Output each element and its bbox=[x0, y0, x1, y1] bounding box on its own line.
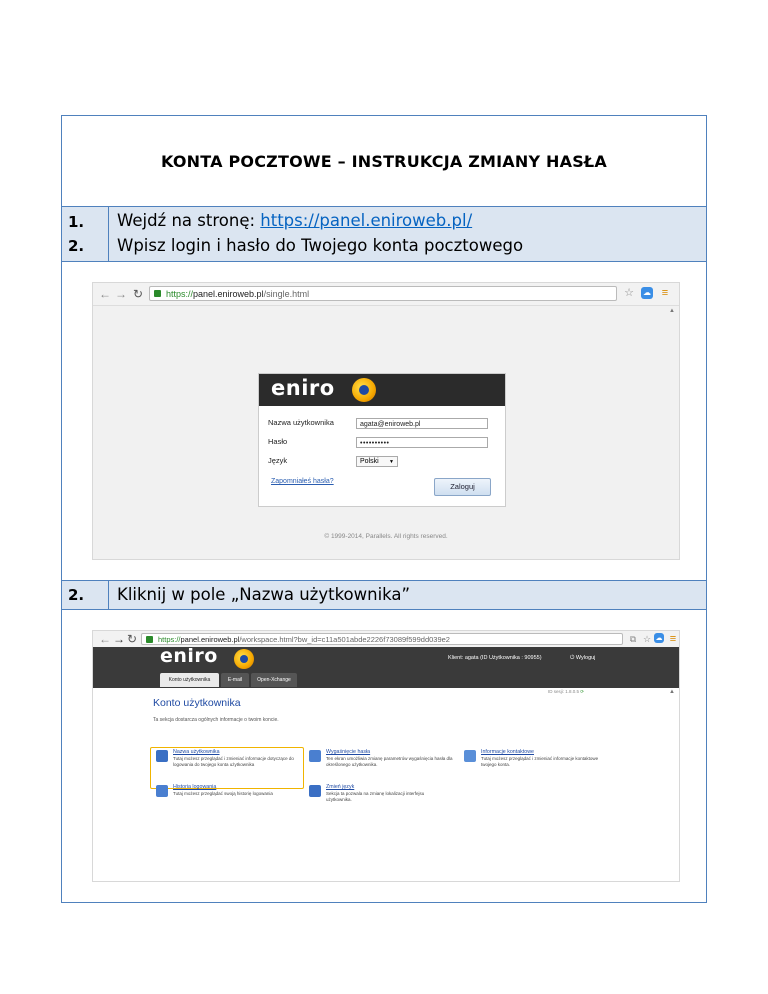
login-button[interactable]: Zaloguj bbox=[434, 478, 491, 496]
logout-link[interactable]: ⏻ Wyloguj bbox=[570, 655, 595, 662]
language-value: Polski bbox=[360, 458, 379, 465]
login-screenshot: ← → ↻ https://panel.eniroweb.pl/single.h… bbox=[92, 282, 680, 560]
star-icon[interactable]: ☆ bbox=[623, 287, 635, 299]
forward-icon-2[interactable]: → bbox=[113, 632, 125, 646]
password-input[interactable]: •••••••••• bbox=[356, 437, 488, 448]
language-label: Język bbox=[268, 456, 288, 465]
feature-contact-link[interactable]: Informacje kontaktowe bbox=[481, 749, 534, 755]
scroll-up-icon[interactable]: ▲ bbox=[669, 308, 675, 314]
client-info: Klient: agata (ID Użytkownika : 90955) bbox=[448, 655, 542, 661]
eniro-logo-icon-2 bbox=[234, 649, 254, 669]
step-number-col: 2. bbox=[62, 581, 109, 609]
title-row: KONTA POCZTOWE – INSTRUKCJA ZMIANY HASŁA bbox=[62, 116, 706, 206]
instruction-document: KONTA POCZTOWE – INSTRUKCJA ZMIANY HASŁA… bbox=[61, 115, 707, 903]
eniro-logo-icon bbox=[352, 378, 376, 402]
language-select[interactable]: Polski ▼ bbox=[356, 456, 398, 467]
app-topbar: eniro Klient: agata (ID Użytkownika : 90… bbox=[93, 645, 679, 688]
login-page: ▲ eniro Nazwa użytkownika agata@eniroweb… bbox=[93, 306, 679, 559]
step-2b-text: Kliknij w pole „Nazwa użytkownika” bbox=[117, 585, 411, 604]
feature-history-link[interactable]: Historia logowania bbox=[173, 784, 216, 790]
address-bar-2[interactable]: https://panel.eniroweb.pl/workspace.html… bbox=[141, 633, 623, 645]
menu-icon[interactable]: ≡ bbox=[659, 287, 671, 299]
logout-label: Wyloguj bbox=[575, 655, 596, 661]
session-info: ID sesji: 1.8.0.5 ⟳ bbox=[548, 689, 584, 695]
section-description: Ta sekcja dostarcza ogólnych informacje … bbox=[153, 717, 279, 723]
username-input[interactable]: agata@eniroweb.pl bbox=[356, 418, 488, 429]
url-path-2: /workspace.html?bw_id=c11a501abde2226f73… bbox=[239, 635, 450, 644]
url-scheme: https:// bbox=[166, 289, 194, 299]
page-heading: Konto użytkownika bbox=[153, 697, 241, 709]
step-1-text: Wejdź na stronę: https://panel.eniroweb.… bbox=[117, 211, 472, 230]
feature-password-expiry-desc: Ten ekran umożliwia zmianę parametrów wy… bbox=[326, 756, 453, 767]
login-header: eniro bbox=[259, 374, 505, 406]
url-host: panel.eniroweb.pl bbox=[193, 289, 264, 299]
tab-open-xchange[interactable]: Open-Xchange bbox=[251, 673, 297, 687]
steps-row-2: 2. Kliknij w pole „Nazwa użytkownika” bbox=[62, 580, 706, 610]
lock-icon bbox=[154, 290, 161, 297]
feature-username-desc: Tutaj możesz przeglądać i zmieniać infor… bbox=[173, 756, 294, 767]
feature-history-desc: Tutaj możesz przeglądać swoją historię l… bbox=[173, 791, 273, 796]
username-label: Nazwa użytkownika bbox=[268, 418, 334, 427]
feature-username-link[interactable]: Nazwa użytkownika bbox=[173, 749, 220, 755]
session-info-text: ID sesji: 1.8.0.5 bbox=[548, 689, 580, 694]
extension-icon[interactable]: ⧉ bbox=[627, 633, 639, 645]
copyright: © 1999-2014, Parallels. All rights reser… bbox=[324, 533, 448, 540]
back-icon-2[interactable]: ← bbox=[99, 632, 111, 646]
step-number-2b: 2. bbox=[68, 586, 85, 604]
chevron-down-icon: ▼ bbox=[389, 459, 394, 465]
back-icon[interactable]: ← bbox=[99, 287, 111, 301]
document-title: KONTA POCZTOWE – INSTRUKCJA ZMIANY HASŁA bbox=[161, 151, 607, 171]
language-icon bbox=[309, 785, 321, 797]
url-scheme-2: https:// bbox=[158, 635, 181, 644]
workspace-screenshot: ← → ↻ https://panel.eniroweb.pl/workspac… bbox=[92, 630, 680, 882]
feature-password-expiry-link[interactable]: Wygaśnięcie hasła bbox=[326, 749, 370, 755]
reload-icon[interactable]: ↻ bbox=[133, 287, 143, 301]
lock-icon-2 bbox=[146, 636, 153, 643]
password-expiry-icon bbox=[309, 750, 321, 762]
contact-info-icon bbox=[464, 750, 476, 762]
refresh-icon[interactable]: ⟳ bbox=[580, 689, 584, 694]
eniro-logo-text-2: eniro bbox=[160, 645, 218, 667]
menu-icon-2[interactable]: ≡ bbox=[667, 633, 679, 645]
workspace-page: eniro Klient: agata (ID Użytkownika : 90… bbox=[93, 645, 679, 881]
browser-chrome: ← → ↻ https://panel.eniroweb.pl/single.h… bbox=[93, 283, 679, 306]
forgot-password-link[interactable]: Zapomniałeś hasła? bbox=[271, 478, 334, 485]
star-icon-2[interactable]: ☆ bbox=[641, 633, 653, 645]
url-path: /single.html bbox=[263, 289, 310, 299]
login-box: eniro Nazwa użytkownika agata@eniroweb.p… bbox=[258, 373, 506, 507]
reload-icon-2[interactable]: ↻ bbox=[127, 632, 137, 646]
step-numbers: 1. 2. bbox=[62, 207, 109, 261]
url-host-2: panel.eniroweb.pl bbox=[180, 635, 240, 644]
password-label: Hasło bbox=[268, 437, 288, 446]
eniro-logo-text: eniro bbox=[271, 376, 335, 400]
steps-row-1: 1. 2. Wejdź na stronę: https://panel.eni… bbox=[62, 206, 706, 262]
feature-language-link[interactable]: Zmień język bbox=[326, 784, 354, 790]
scroll-up-icon-2[interactable]: ▲ bbox=[669, 689, 675, 695]
feature-contact-desc: Tutaj możesz przeglądać i zmieniać infor… bbox=[481, 756, 599, 767]
tab-email[interactable]: E-mail bbox=[221, 673, 249, 687]
step-number-1: 1. bbox=[68, 213, 85, 231]
step-1-prefix: Wejdź na stronę: bbox=[117, 211, 261, 230]
step-number-2: 2. bbox=[68, 237, 85, 255]
cloud-icon[interactable]: ☁ bbox=[641, 287, 653, 299]
panel-link[interactable]: https://panel.eniroweb.pl/ bbox=[260, 211, 472, 230]
step-2-text: Wpisz login i hasło do Twojego konta poc… bbox=[117, 236, 524, 255]
tab-account[interactable]: Konto użytkownika bbox=[160, 673, 219, 687]
login-history-icon bbox=[156, 785, 168, 797]
user-card-icon bbox=[156, 750, 168, 762]
feature-language-desc: Sekcja ta pozwala na zmianę lokalizacji … bbox=[326, 791, 425, 802]
forward-icon[interactable]: → bbox=[115, 287, 127, 301]
cloud-icon-2[interactable]: ☁ bbox=[654, 633, 664, 643]
address-bar[interactable]: https://panel.eniroweb.pl/single.html bbox=[149, 286, 617, 301]
